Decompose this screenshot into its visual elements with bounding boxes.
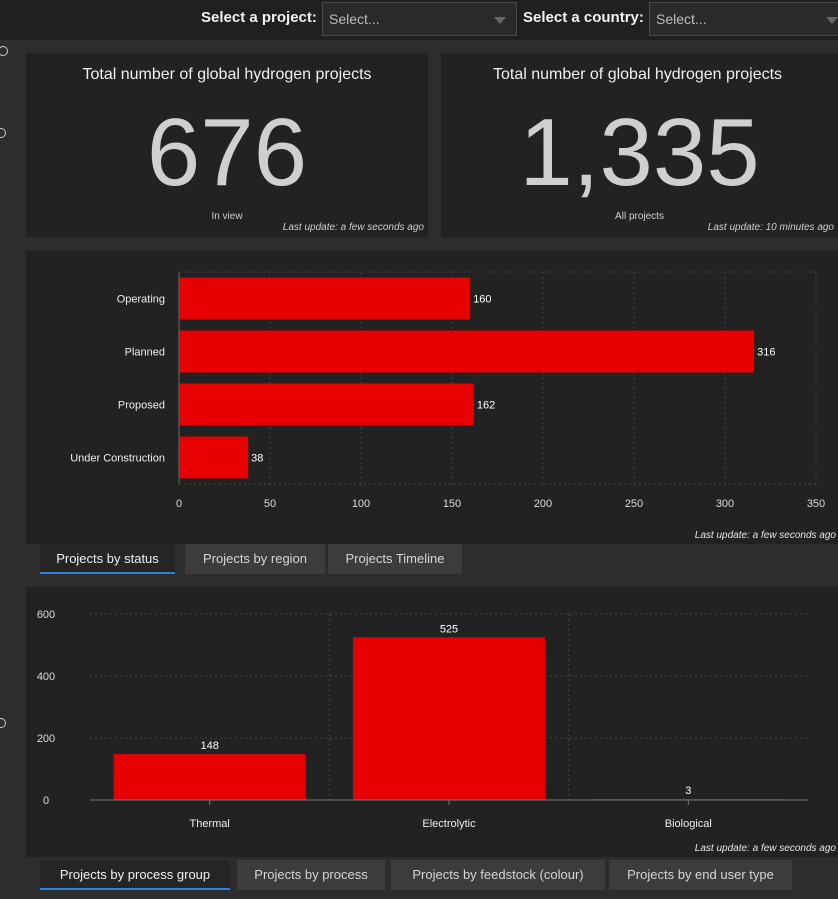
kpi-panel-in-view: Total number of global hydrogen projects… [26, 53, 428, 237]
bar [179, 277, 471, 320]
kpi-value: 1,335 [519, 99, 760, 206]
data-label: 38 [251, 453, 263, 465]
tab-projects-by-region[interactable]: Projects by region [185, 544, 325, 574]
category-label: Planned [125, 347, 165, 359]
x-tick-label: 0 [176, 498, 182, 510]
x-tick-label: 100 [352, 498, 370, 510]
category-label: Thermal [189, 818, 229, 830]
tab-projects-timeline[interactable]: Projects Timeline [328, 544, 462, 574]
kpi-subtitle: In view [211, 211, 243, 222]
bar [179, 436, 249, 479]
process-group-bar-chart: 0 200 400 600 148 Thermal 525 Electrolytic 3 Biol… [37, 609, 808, 830]
last-update-text: Last update: 10 minutes ago [707, 222, 834, 233]
x-tick-label: 150 [443, 498, 461, 510]
kpi-title: Total number of global hydrogen projects [492, 66, 783, 83]
kpi-title: Total number of global hydrogen projects [82, 66, 372, 83]
x-tick-label: 200 [534, 498, 552, 510]
country-select-label: Select a country: [523, 9, 644, 26]
tab-projects-by-process[interactable]: Projects by process [237, 860, 385, 890]
project-select[interactable]: Select... [322, 2, 517, 36]
y-tick-label: 200 [37, 733, 55, 745]
chevron-down-icon [494, 17, 506, 24]
bar [353, 637, 545, 800]
category-label: Electrolytic [422, 818, 476, 830]
data-label: 162 [477, 400, 495, 412]
collapse-handle-icon[interactable] [0, 46, 8, 56]
data-label: 160 [473, 294, 491, 306]
filter-bar: Select a project: Select... Select a cou… [0, 0, 838, 40]
x-tick-label: 350 [807, 498, 825, 510]
data-label: 148 [200, 740, 218, 752]
resize-handle-icon[interactable] [0, 718, 6, 728]
category-label: Proposed [118, 400, 165, 412]
resize-handle-icon[interactable] [0, 128, 6, 138]
y-tick-label: 600 [37, 609, 55, 621]
bar [179, 330, 755, 373]
tab-projects-by-end-user-type[interactable]: Projects by end user type [609, 860, 792, 890]
process-chart-panel: 0 200 400 600 148 Thermal 525 Electrolytic 3 Biol… [26, 587, 838, 857]
status-bar-chart: 0 50 100 150 200 250 300 350 Operating 160 Planned… [70, 271, 825, 510]
project-select-label: Select a project: [201, 9, 317, 26]
tab-projects-by-feedstock[interactable]: Projects by feedstock (colour) [391, 860, 605, 890]
last-update-text: Last update: a few seconds ago [282, 222, 424, 233]
kpi-subtitle: All projects [615, 211, 664, 222]
status-chart-panel: 0 50 100 150 200 250 300 350 Operating 160 Planned… [26, 250, 838, 544]
data-label: 3 [685, 785, 691, 797]
bar [113, 754, 306, 800]
last-update-text: Last update: a few seconds ago [694, 843, 836, 854]
x-tick-label: 50 [264, 498, 276, 510]
bar [179, 383, 474, 426]
last-update-text: Last update: a few seconds ago [694, 530, 836, 541]
tab-projects-by-process-group[interactable]: Projects by process group [40, 860, 230, 890]
tab-projects-by-status[interactable]: Projects by status [40, 544, 175, 574]
kpi-panel-all-projects: Total number of global hydrogen projects… [441, 53, 838, 237]
category-label: Biological [665, 818, 712, 830]
x-tick-label: 300 [716, 498, 734, 510]
category-label: Under Construction [70, 453, 165, 465]
x-tick-label: 250 [625, 498, 643, 510]
project-select-value: Select... [329, 11, 380, 27]
chevron-down-icon [826, 17, 838, 24]
y-tick-label: 0 [43, 795, 49, 807]
country-select[interactable]: Select... [649, 2, 838, 36]
country-select-value: Select... [656, 11, 707, 27]
kpi-value: 676 [146, 99, 308, 206]
data-label: 525 [440, 623, 458, 635]
data-label: 316 [757, 347, 775, 359]
category-label: Operating [117, 294, 165, 306]
y-tick-label: 400 [37, 671, 55, 683]
